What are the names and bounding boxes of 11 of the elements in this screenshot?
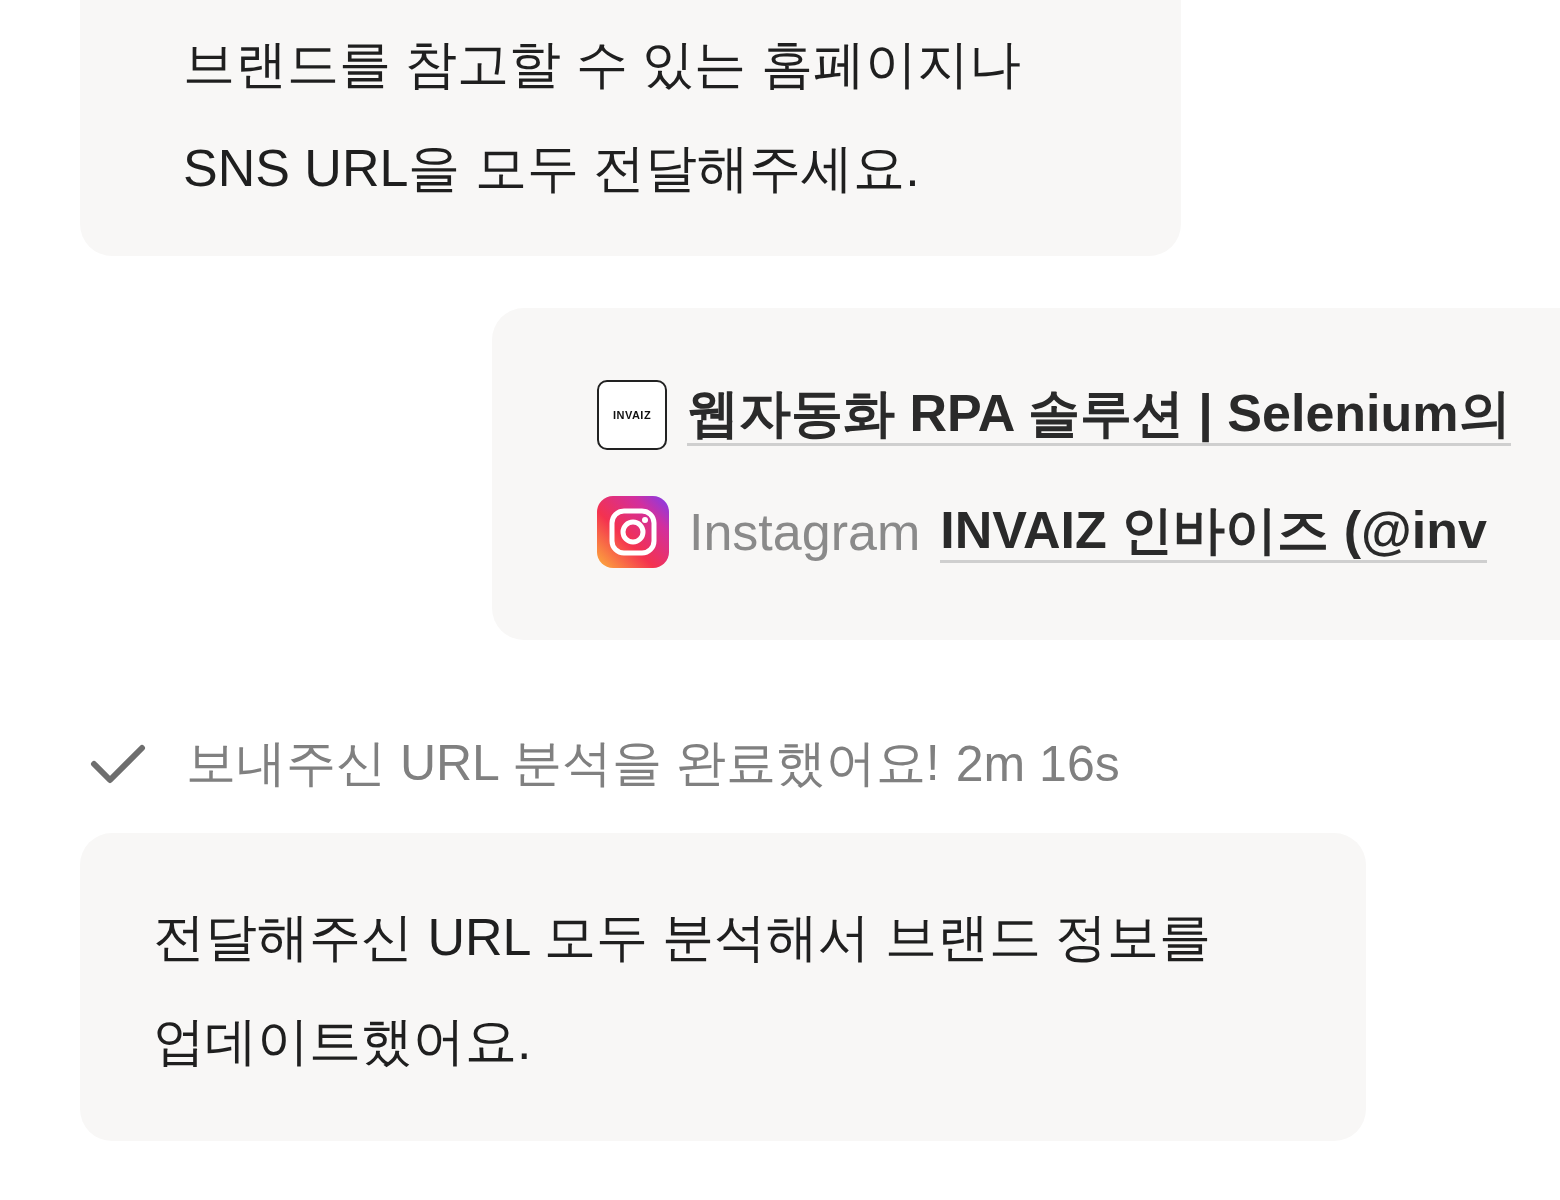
status-text: 보내주신 URL 분석을 완료했어요! (186, 734, 940, 793)
message-text: SNS URL을 모두 전달해주세요. (183, 138, 921, 199)
message-text: 브랜드를 참고할 수 있는 홈페이지나 (183, 34, 1021, 95)
elapsed-time: 2m 16s (955, 734, 1120, 793)
logo-text: INVAIZ (612, 409, 652, 421)
link-title[interactable]: INVAIZ 인바이즈 (@inv (940, 500, 1487, 564)
message-text: 업데이트했어요. (153, 1011, 533, 1072)
instagram-icon (597, 496, 669, 568)
link-title[interactable]: 웹자동화 RPA 솔루션 | Selenium의 (687, 383, 1511, 447)
link-source: Instagram (689, 502, 921, 562)
message-text: 전달해주신 URL 모두 분석해서 브랜드 정보를 (153, 907, 1212, 968)
